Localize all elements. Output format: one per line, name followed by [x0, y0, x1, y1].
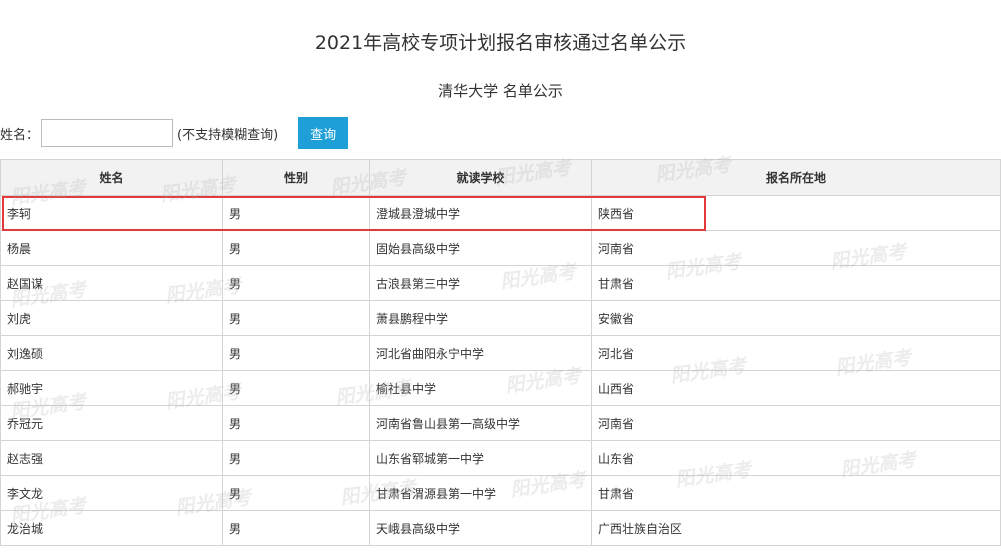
- search-hint: (不支持模糊查询): [177, 127, 279, 143]
- cell-name: 李轲: [0, 195, 223, 231]
- table-row: 龙治城 男 天峨县高级中学 广西壮族自治区: [0, 510, 1001, 546]
- cell-school: 河北省曲阳永宁中学: [369, 335, 592, 371]
- cell-gender: 男: [222, 195, 370, 231]
- search-label: 姓名：: [0, 127, 40, 143]
- cell-gender: 男: [222, 440, 370, 476]
- cell-region: 河南省: [591, 230, 1001, 266]
- column-header-region[interactable]: 报名所在地: [591, 159, 1001, 196]
- column-header-gender[interactable]: 性别: [222, 159, 370, 196]
- cell-region: 安徽省: [591, 300, 1001, 336]
- column-header-name[interactable]: 姓名: [0, 159, 223, 196]
- cell-name: 赵志强: [0, 440, 223, 476]
- cell-gender: 男: [222, 335, 370, 371]
- cell-school: 榆社县中学: [369, 370, 592, 406]
- cell-school: 澄城县澄城中学: [369, 195, 592, 231]
- cell-school: 天峨县高级中学: [369, 510, 592, 546]
- cell-school: 萧县鹏程中学: [369, 300, 592, 336]
- page-subtitle: 清华大学 名单公示: [438, 82, 563, 100]
- cell-gender: 男: [222, 370, 370, 406]
- results-table: 姓名 性别 就读学校 报名所在地 李轲 男 澄城县澄城中学 陕西省 杨晨 男 固…: [0, 159, 1001, 546]
- table-row: 乔冠元 男 河南省鲁山县第一高级中学 河南省: [0, 405, 1001, 441]
- cell-region: 陕西省: [591, 195, 1001, 231]
- cell-region: 河北省: [591, 335, 1001, 371]
- table-row: 杨晨 男 固始县高级中学 河南省: [0, 230, 1001, 266]
- cell-name: 杨晨: [0, 230, 223, 266]
- search-button[interactable]: 查询: [298, 117, 349, 149]
- cell-region: 山东省: [591, 440, 1001, 476]
- table-row: 刘虎 男 萧县鹏程中学 安徽省: [0, 300, 1001, 336]
- name-search-input[interactable]: [41, 119, 174, 147]
- table-row: 刘逸硕 男 河北省曲阳永宁中学 河北省: [0, 335, 1001, 371]
- cell-gender: 男: [222, 265, 370, 301]
- cell-gender: 男: [222, 475, 370, 511]
- cell-region: 山西省: [591, 370, 1001, 406]
- cell-region: 广西壮族自治区: [591, 510, 1001, 546]
- table-row: 赵国谋 男 古浪县第三中学 甘肃省: [0, 265, 1001, 301]
- page-title: 2021年高校专项计划报名审核通过名单公示: [314, 32, 687, 54]
- cell-name: 刘虎: [0, 300, 223, 336]
- table-row: 赵志强 男 山东省郓城第一中学 山东省: [0, 440, 1001, 476]
- cell-school: 固始县高级中学: [369, 230, 592, 266]
- cell-school: 甘肃省渭源县第一中学: [369, 475, 592, 511]
- table-header-row: 姓名 性别 就读学校 报名所在地: [0, 159, 1001, 196]
- cell-region: 甘肃省: [591, 265, 1001, 301]
- cell-name: 郝驰宇: [0, 370, 223, 406]
- cell-name: 乔冠元: [0, 405, 223, 441]
- cell-name: 刘逸硕: [0, 335, 223, 371]
- cell-gender: 男: [222, 405, 370, 441]
- table-row: 李文龙 男 甘肃省渭源县第一中学 甘肃省: [0, 475, 1001, 511]
- cell-name: 李文龙: [0, 475, 223, 511]
- page: 2021年高校专项计划报名审核通过名单公示 清华大学 名单公示 姓名： (不支持…: [0, 0, 1001, 557]
- column-header-school[interactable]: 就读学校: [369, 159, 592, 196]
- cell-gender: 男: [222, 230, 370, 266]
- cell-name: 赵国谋: [0, 265, 223, 301]
- cell-school: 古浪县第三中学: [369, 265, 592, 301]
- cell-school: 河南省鲁山县第一高级中学: [369, 405, 592, 441]
- cell-school: 山东省郓城第一中学: [369, 440, 592, 476]
- cell-gender: 男: [222, 300, 370, 336]
- cell-name: 龙治城: [0, 510, 223, 546]
- cell-region: 甘肃省: [591, 475, 1001, 511]
- search-bar: 姓名： (不支持模糊查询) 查询: [0, 117, 349, 149]
- table-row: 郝驰宇 男 榆社县中学 山西省: [0, 370, 1001, 406]
- cell-region: 河南省: [591, 405, 1001, 441]
- cell-gender: 男: [222, 510, 370, 546]
- table-row: 李轲 男 澄城县澄城中学 陕西省: [0, 195, 1001, 231]
